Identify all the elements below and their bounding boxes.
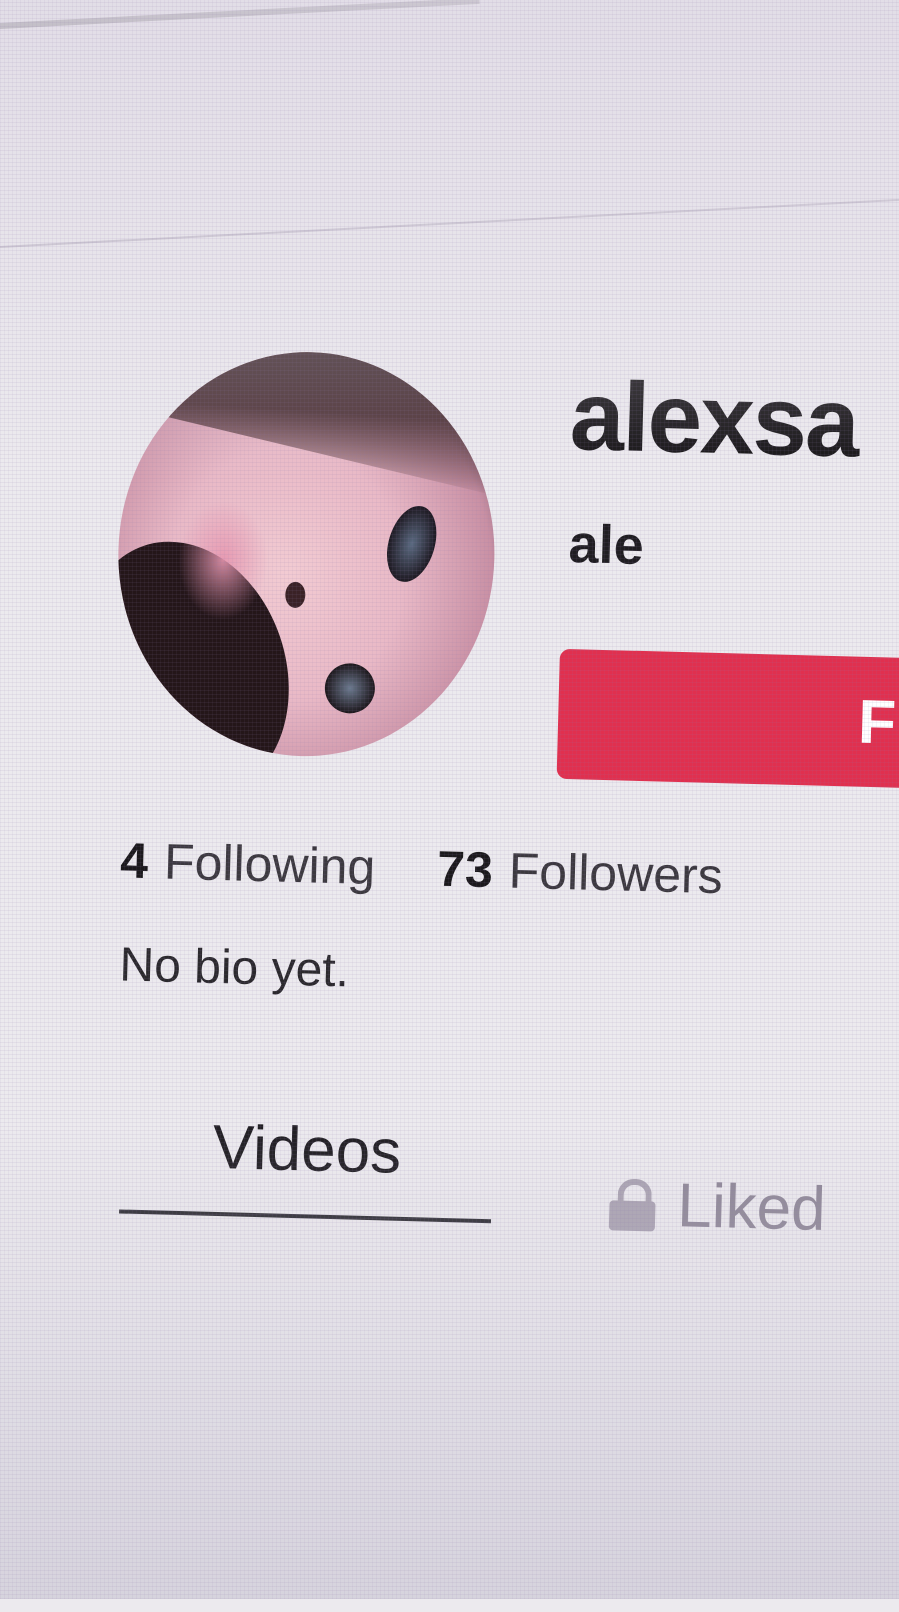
tab-liked[interactable]: Liked [608,1168,827,1245]
followers-label: Followers [508,842,724,905]
tab-videos[interactable]: Videos [212,1112,402,1188]
lock-icon [608,1178,656,1232]
following-label: Following [163,833,376,896]
follow-button[interactable]: F [556,648,899,790]
profile-stats: 4 Following 73 Followers [120,831,724,905]
profile-bio: No bio yet. [118,938,350,998]
profile-username: alexsa [568,360,860,478]
avatar[interactable] [113,347,500,762]
profile-page: alexsa ale F 4 Following 73 Followers No… [0,0,899,1610]
tab-liked-label: Liked [676,1171,827,1244]
followers-count: 73 [436,840,494,899]
following-count: 4 [119,832,149,890]
followers-stat[interactable]: 73 Followers [436,840,723,905]
following-stat[interactable]: 4 Following [120,831,376,896]
tab-videos-label: Videos [211,1112,403,1187]
active-tab-underline [119,1209,492,1224]
profile-display-name: ale [567,514,645,576]
